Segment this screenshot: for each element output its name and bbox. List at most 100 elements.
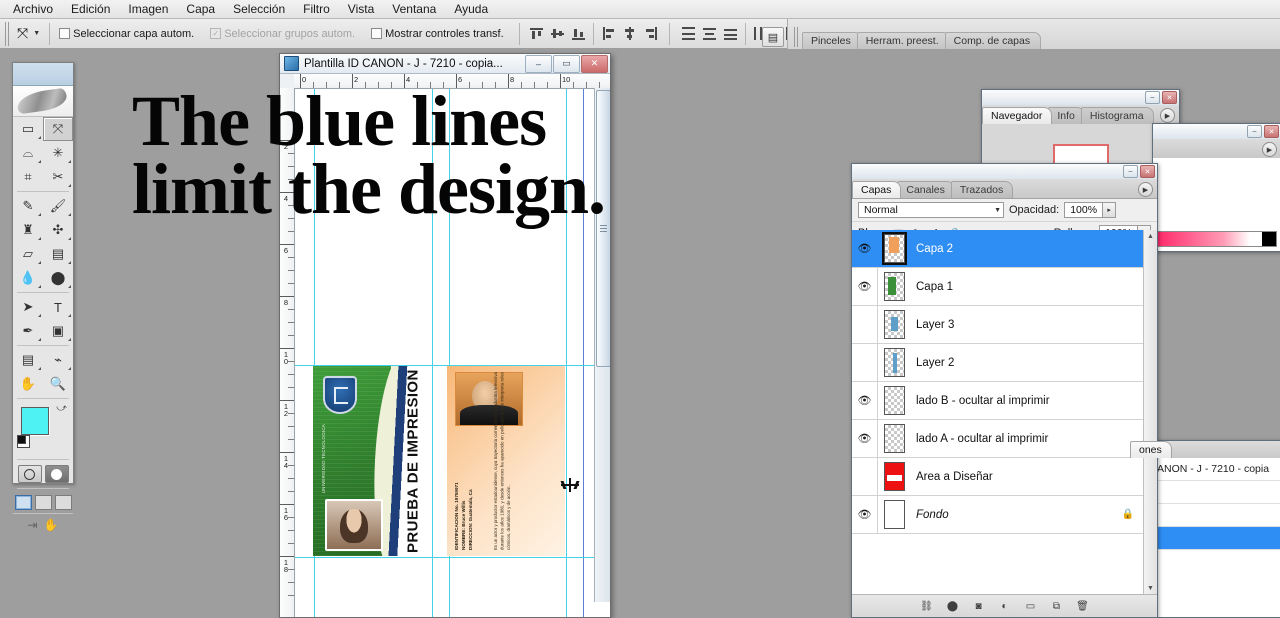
align-horizontal-centers-icon[interactable] (620, 24, 639, 43)
minimize-button[interactable]: – (525, 54, 552, 73)
tab-trazados[interactable]: Trazados (950, 181, 1014, 198)
history-brush-tool[interactable]: ✣ (43, 218, 73, 242)
close-button[interactable]: ✕ (1162, 91, 1177, 104)
layer-visibility-toggle[interactable]: 👁 (852, 382, 878, 419)
well-tab-herramientas-preestablecidas[interactable]: Herram. preest. (856, 32, 950, 49)
tab-navegador[interactable]: Navegador (982, 107, 1053, 124)
id-card-artwork[interactable]: UNIVERSIDAD TECNOLOGICA PRUEBA DE IMPRES… (313, 366, 565, 556)
color-panel[interactable]: – ✕ ▶ (1152, 123, 1280, 252)
tab-info[interactable]: Info (1048, 107, 1085, 124)
zoom-tool[interactable]: 🔍 (43, 372, 73, 396)
minimize-button[interactable]: – (1145, 91, 1160, 104)
panel-menu-icon[interactable]: ▶ (1262, 142, 1277, 157)
auto-select-layer-checkbox[interactable]: Seleccionar capa autom. (56, 27, 197, 41)
layer-visibility-toggle[interactable]: 👁 (852, 230, 878, 267)
align-vertical-centers-icon[interactable] (548, 24, 567, 43)
id-card-front[interactable]: UNIVERSIDAD TECNOLOGICA PRUEBA DE IMPRES… (313, 366, 431, 556)
options-bar-grip[interactable] (5, 21, 10, 46)
link-layers-icon[interactable]: ⛓ (919, 599, 934, 613)
adjustment-layer-icon[interactable]: ◐ (997, 599, 1012, 613)
go-to-bridge-button[interactable]: ▤ (762, 27, 784, 47)
align-bottom-edges-icon[interactable] (569, 24, 588, 43)
blend-mode-select[interactable]: Normal ▼ (858, 202, 1004, 218)
document-window[interactable]: Plantilla ID CANON - J - 7210 - copia...… (279, 53, 611, 618)
slice-tool[interactable]: ✂ (43, 165, 73, 189)
table-row[interactable]: 👁 lado A - ocultar al imprimir (852, 420, 1144, 458)
distribute-bottom-edges-icon[interactable] (721, 24, 740, 43)
move-tool[interactable]: ⤧ (43, 117, 73, 141)
close-button[interactable]: ✕ (1140, 165, 1155, 178)
swap-colors-icon[interactable]: ⤻ (56, 403, 67, 414)
eyedropper-tool[interactable]: ⌁ (43, 348, 73, 372)
align-left-edges-icon[interactable] (599, 24, 618, 43)
tab-capas[interactable]: Capas (852, 181, 902, 198)
opacity-input[interactable]: 100% (1064, 202, 1104, 218)
panel-menu-icon[interactable]: ▶ (1138, 182, 1153, 197)
marquee-tool[interactable]: ▭ (13, 117, 43, 141)
table-row[interactable]: 👁 lado B - ocultar al imprimir (852, 382, 1144, 420)
jump-to-imageready-button[interactable]: ⇥ ✋ (13, 513, 73, 536)
show-transform-controls-checkbox[interactable]: Mostrar controles transf. (368, 27, 507, 41)
pen-tool[interactable]: ✒ (13, 319, 43, 343)
brush-tool[interactable]: 🖌 (43, 194, 73, 218)
layer-thumbnail[interactable] (884, 424, 905, 453)
ruler-corner[interactable] (280, 74, 295, 89)
layer-name[interactable]: Area a Diseñar (916, 471, 993, 483)
notes-tool[interactable]: ▤ (13, 348, 43, 372)
full-screen-icon[interactable] (54, 494, 72, 510)
well-tab-comp-de-capas[interactable]: Comp. de capas (944, 32, 1042, 49)
layer-visibility-toggle[interactable]: 👁 (852, 268, 878, 305)
layer-mask-icon[interactable]: ◙ (971, 599, 986, 613)
menu-item-seleccion[interactable]: Selección (224, 0, 294, 18)
scroll-up-icon[interactable]: ▲ (1144, 230, 1157, 243)
layer-thumbnail[interactable] (884, 500, 905, 529)
layer-visibility-toggle[interactable] (852, 458, 878, 495)
full-screen-menubar-icon[interactable] (34, 494, 52, 510)
layer-thumbnail[interactable] (884, 272, 905, 301)
table-row[interactable]: 👁 Capa 2 (852, 230, 1144, 268)
table-row[interactable]: Layer 3 (852, 306, 1144, 344)
menu-item-imagen[interactable]: Imagen (119, 0, 177, 18)
active-tool-preset[interactable]: ⤧ ▼ (13, 24, 43, 43)
layer-name[interactable]: Fondo (916, 509, 949, 521)
foreground-color-swatch[interactable] (21, 407, 49, 435)
horizontal-ruler[interactable]: 024681012 (294, 74, 610, 89)
color-title-bar[interactable]: – ✕ (1153, 124, 1280, 139)
healing-brush-tool[interactable]: ✎ (13, 194, 43, 218)
layer-visibility-toggle[interactable] (852, 306, 878, 343)
menu-item-vista[interactable]: Vista (339, 0, 383, 18)
layer-thumbnail[interactable] (884, 462, 905, 491)
toolbox-drag-header[interactable] (13, 63, 73, 86)
table-row[interactable]: 👁 Capa 1 (852, 268, 1144, 306)
checkbox-box[interactable] (59, 28, 71, 39)
menu-item-filtro[interactable]: Filtro (294, 0, 339, 18)
layers-panel[interactable]: – ✕ Capas Canales Trazados ▶ Normal ▼ Op… (851, 163, 1158, 618)
layer-visibility-toggle[interactable]: 👁 (852, 496, 878, 533)
new-group-icon[interactable]: ▭ (1023, 599, 1038, 613)
table-row[interactable]: Layer 2 (852, 344, 1144, 382)
layer-thumbnail[interactable] (884, 386, 905, 415)
hand-tool[interactable]: ✋ (13, 372, 43, 396)
gradient-tool[interactable]: ▤ (43, 242, 73, 266)
align-top-edges-icon[interactable] (527, 24, 546, 43)
menu-item-edicion[interactable]: Edición (62, 0, 119, 18)
minimize-button[interactable]: – (1247, 125, 1262, 138)
tab-canales[interactable]: Canales (897, 181, 955, 198)
standard-mode-icon[interactable] (17, 465, 42, 483)
delete-layer-icon[interactable]: 🗑 (1075, 599, 1090, 613)
color-spectrum-ramp[interactable] (1157, 231, 1277, 247)
tab-histograma[interactable]: Histograma (1080, 107, 1154, 124)
clone-stamp-tool[interactable]: ♜ (13, 218, 43, 242)
id-card-back[interactable]: IDENTIFICACION No. 19759971 NOMBRE: Bruc… (447, 366, 565, 556)
chevron-down-icon[interactable]: ▼ (33, 30, 40, 37)
path-selection-tool[interactable]: ➤ (13, 295, 43, 319)
close-button[interactable]: ✕ (581, 54, 608, 73)
layers-scrollbar[interactable]: ▲ ▼ (1143, 230, 1157, 595)
layer-visibility-toggle[interactable] (852, 344, 878, 381)
crop-tool[interactable]: ⌗ (13, 165, 43, 189)
layers-title-bar[interactable]: – ✕ (852, 164, 1157, 179)
menu-item-archivo[interactable]: Archivo (4, 0, 62, 18)
layer-style-icon[interactable]: ⬤ (945, 599, 960, 613)
blur-tool[interactable]: 💧 (13, 266, 43, 290)
document-title-bar[interactable]: Plantilla ID CANON - J - 7210 - copia...… (280, 54, 610, 74)
